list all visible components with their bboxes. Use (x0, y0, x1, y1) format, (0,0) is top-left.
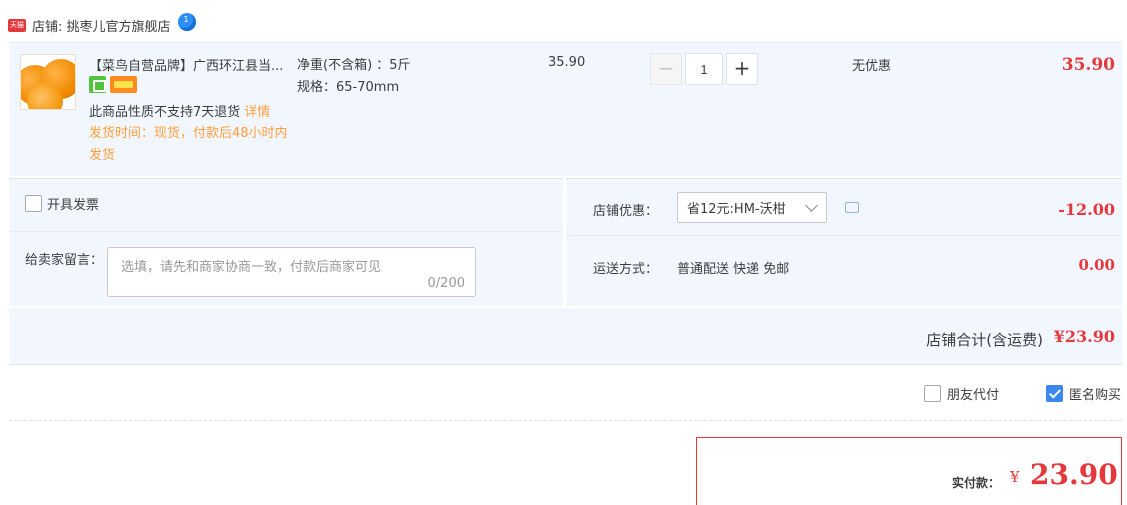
shop-promo-select[interactable]: 省12元:HM-沃柑 (677, 192, 827, 223)
detail-link[interactable]: 详情 (244, 105, 270, 120)
product-image[interactable] (20, 54, 76, 110)
order-item-row: 【菜鸟自营品牌】广西环江县当... 此商品性质不支持7天退货 详情 发货时间：现货… (9, 42, 1122, 176)
sku-spec: 规格：65-70mm (297, 80, 400, 95)
shop-header: 天猫 店铺: 挑枣儿官方旗舰店 (8, 12, 196, 38)
message-bubble-icon[interactable] (845, 202, 859, 213)
friend-pay-label: 朋友代付 (947, 388, 1000, 403)
actual-payment-value: 23.90 (1030, 458, 1118, 491)
divider (9, 231, 563, 232)
service-icons (89, 76, 137, 93)
shipping-label: 运送方式： (593, 262, 659, 277)
invoice-message-section: 开具发票 给卖家留言： 选填，请先和商家协商一致，付款后商家可见 0/200 (9, 178, 563, 306)
return-policy-note: 此商品性质不支持7天退货 详情 (89, 101, 270, 120)
ship-time-note: 发货时间：现货，付款后48小时内发货 (89, 126, 288, 163)
friend-pay-option[interactable]: 朋友代付 (924, 384, 999, 403)
actual-payment-label: 实付款： (952, 476, 1001, 490)
shipping-method: 普通配送 快递 免邮 (677, 262, 790, 277)
promo-shipping-section: 店铺优惠： 省12元:HM-沃柑 -12.00 运送方式： 普通配送 快递 免邮… (566, 178, 1122, 306)
anonymous-buy-option[interactable]: 匿名购买 (1046, 384, 1121, 403)
message-placeholder: 选填，请先和商家协商一致，付款后商家可见 (121, 260, 382, 275)
shop-promo-selected: 省12元:HM-沃柑 (687, 202, 786, 217)
shipping-amount: 0.00 (1078, 256, 1115, 274)
item-subtotal: 35.90 (1061, 55, 1115, 75)
currency-symbol: ¥ (1010, 468, 1020, 486)
divider (566, 235, 1122, 236)
promo-amount: -12.00 (1058, 200, 1115, 219)
guarantee-icon (89, 76, 106, 93)
message-label: 给卖家留言： (25, 253, 104, 268)
wangwang-chat-icon[interactable] (177, 13, 196, 31)
quantity-stepper: − + (650, 53, 758, 85)
friend-pay-checkbox[interactable] (924, 385, 941, 402)
anonymous-buy-label: 匿名购买 (1069, 388, 1122, 403)
return-policy-text: 此商品性质不支持7天退货 (89, 105, 241, 120)
product-title[interactable]: 【菜鸟自营品牌】广西环江县当... (89, 55, 289, 74)
tmall-badge-icon: 天猫 (8, 18, 26, 32)
sku-weight: 净重(不含箱) ：5斤 (297, 58, 411, 73)
credit-card-icon (110, 76, 137, 93)
invoice-label: 开具发票 (47, 198, 100, 213)
shop-name[interactable]: 店铺: 挑枣儿官方旗舰店 (32, 16, 171, 35)
shop-total-value: ¥23.90 (1053, 327, 1115, 346)
seller-message-input[interactable]: 选填，请先和商家协商一致，付款后商家可见 0/200 (107, 247, 476, 297)
quantity-decrease-button[interactable]: − (650, 53, 682, 85)
shop-total-label: 店铺合计(含运费) (926, 331, 1043, 349)
payment-options-row: 朋友代付 匿名购买 (9, 366, 1122, 421)
sku-info: 净重(不含箱) ：5斤 规格：65-70mm (297, 55, 411, 99)
shop-promo-label: 店铺优惠： (593, 204, 659, 219)
quantity-increase-button[interactable]: + (726, 53, 758, 85)
quantity-input[interactable] (685, 53, 723, 85)
unit-price: 35.90 (548, 55, 586, 70)
chevron-down-icon (805, 199, 818, 212)
invoice-option[interactable]: 开具发票 (25, 194, 99, 213)
actual-payment-box: 实付款： ¥ 23.90 (696, 437, 1122, 505)
shop-total-row: 店铺合计(含运费) ¥23.90 (9, 308, 1122, 365)
message-char-count: 0/200 (427, 276, 465, 291)
invoice-checkbox[interactable] (25, 195, 42, 212)
item-discount: 无优惠 (852, 59, 892, 74)
anonymous-buy-checkbox[interactable] (1046, 385, 1063, 402)
